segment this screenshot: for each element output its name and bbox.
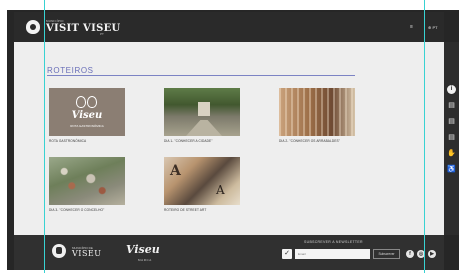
thumb-title: Viseu: [71, 110, 103, 121]
accessibility-icon[interactable]: ♿: [447, 165, 456, 174]
info-icon[interactable]: i: [447, 85, 456, 94]
route-card-gastronomica[interactable]: Viseu ROTA GASTRONÓMICA ROTA GASTRONÓMIC…: [49, 88, 125, 143]
section-divider: [47, 75, 355, 76]
thumb-subtitle: ROTA GASTRONÓMICA: [70, 124, 104, 128]
calendar-icon[interactable]: ▤: [447, 101, 456, 110]
art-letter: A: [216, 183, 225, 197]
language-label: PT: [432, 25, 438, 30]
site-logo[interactable]: VISIT VISEU: [46, 23, 121, 34]
newsletter-label: SUBSCREVER A NEWSLETTER: [304, 240, 363, 244]
route-card-dia3[interactable]: DIA 3- "CONHECER O CONCELHO": [49, 157, 125, 212]
header: MUNICÍPIO VISIT VISEU PT ≡ ⊕ PT: [14, 12, 444, 42]
right-sidebar: i ▤ ▤ ▤ ✋ ♿: [444, 42, 459, 235]
globe-icon: ⊕: [428, 25, 432, 30]
visit-marca: MARCA: [138, 258, 152, 262]
facebook-icon[interactable]: f: [406, 250, 414, 258]
calendar-icon[interactable]: ▤: [447, 133, 456, 142]
guide-line: [44, 0, 45, 273]
card-thumbnail[interactable]: [279, 88, 355, 136]
viseu-mark-icon: [87, 96, 97, 108]
calendar-icon[interactable]: ▤: [447, 117, 456, 126]
road-shape: [186, 120, 222, 136]
footer: MUNICÍPIO DE VISEU Viseu MARCA SUBSCREVE…: [14, 235, 444, 270]
section-title: ROTEIROS: [47, 66, 94, 75]
route-card-dia2[interactable]: DIA 2- "CONHECER OS ARRABALDES": [279, 88, 355, 143]
card-caption[interactable]: ROTEIRO DE STREET ART: [164, 208, 240, 212]
route-card-street-art[interactable]: A A ROTEIRO DE STREET ART: [164, 157, 240, 212]
municipio-crest-icon[interactable]: [52, 244, 66, 258]
card-caption[interactable]: ROTA GASTRONÓMICA: [49, 139, 125, 143]
art-letter: A: [170, 163, 181, 179]
card-thumbnail[interactable]: [49, 157, 125, 205]
slats-shape: [279, 88, 355, 136]
email-input[interactable]: [295, 249, 370, 259]
guide-line: [424, 0, 425, 273]
consent-checkbox[interactable]: ✓: [282, 249, 292, 259]
hand-icon[interactable]: ✋: [447, 149, 456, 158]
card-caption[interactable]: DIA 2- "CONHECER OS ARRABALDES": [279, 139, 355, 143]
hamburger-icon[interactable]: ≡: [410, 24, 413, 30]
rooftops-shape: [49, 157, 125, 205]
card-caption[interactable]: DIA 1- "CONHECER A CIDADE": [164, 139, 240, 143]
building-shape: [198, 102, 210, 116]
card-thumbnail[interactable]: [164, 88, 240, 136]
subscribe-button[interactable]: Subscrever: [373, 249, 400, 259]
card-thumbnail[interactable]: A A: [164, 157, 240, 205]
logo-lang: PT: [100, 32, 104, 36]
visit-viseu-logo[interactable]: Viseu: [126, 243, 160, 256]
viseu-logo-icon[interactable]: [26, 20, 40, 34]
route-card-dia1[interactable]: DIA 1- "CONHECER A CIDADE": [164, 88, 240, 143]
card-thumbnail[interactable]: Viseu ROTA GASTRONÓMICA: [49, 88, 125, 136]
viseu-mark-icon: [76, 96, 86, 108]
main-content: ROTEIROS Viseu ROTA GASTRONÓMICA ROTA GA…: [14, 42, 444, 235]
youtube-icon[interactable]: ▶: [428, 250, 436, 258]
card-caption[interactable]: DIA 3- "CONHECER O CONCELHO": [49, 208, 125, 212]
municipio-name[interactable]: VISEU: [72, 249, 102, 258]
language-switcher[interactable]: ⊕ PT: [428, 25, 438, 30]
